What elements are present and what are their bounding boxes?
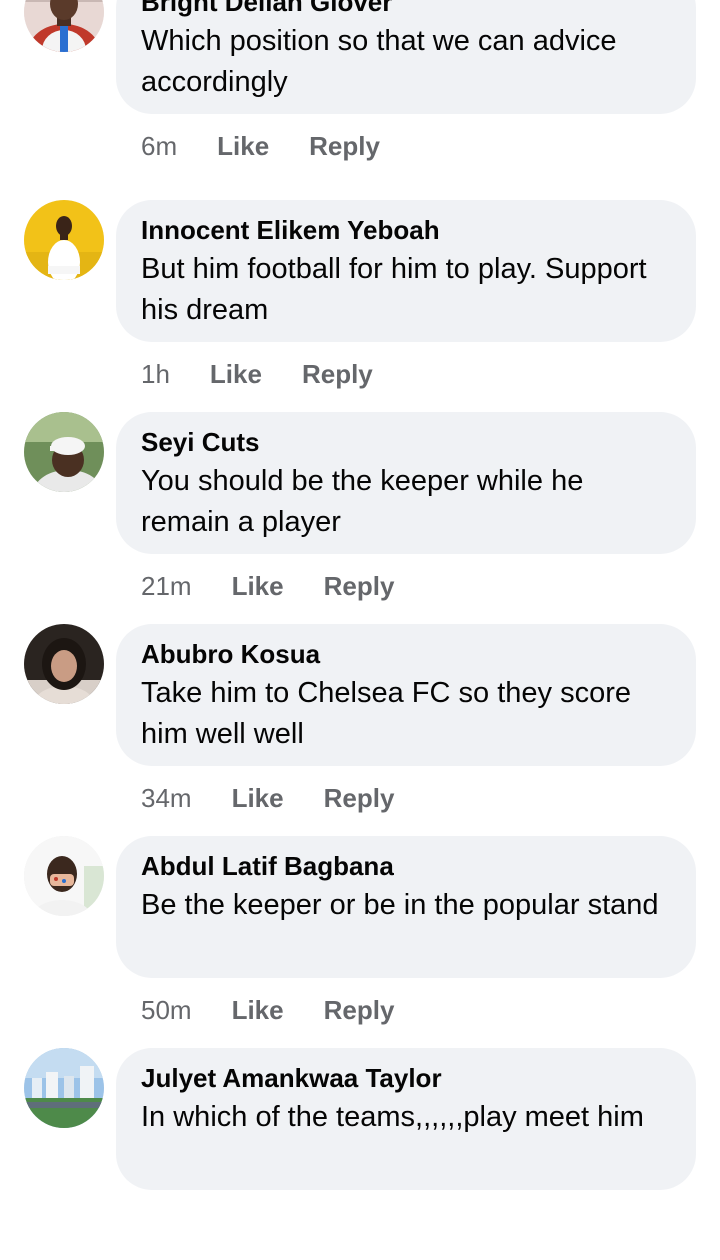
reply-button[interactable]: Reply <box>302 359 373 390</box>
person-white-cap-avatar-icon[interactable] <box>24 412 104 492</box>
like-button[interactable]: Like <box>217 131 269 162</box>
comment-bubble: Innocent Elikem Yeboah But him football … <box>116 200 696 342</box>
comment-author[interactable]: Abdul Latif Bagbana <box>141 850 676 882</box>
like-button[interactable]: Like <box>232 995 284 1026</box>
comment-item: Bright Dellah Glover Which position so t… <box>0 0 720 184</box>
comment-actions: 50m Like Reply <box>141 992 394 1028</box>
comment-bubble: Julyet Amankwaa Taylor In which of the t… <box>116 1048 696 1190</box>
comment-author[interactable]: Seyi Cuts <box>141 426 676 458</box>
comment-text: Be the keeper or be in the popular stand <box>141 889 659 921</box>
woman-portrait-avatar-icon[interactable] <box>24 624 104 704</box>
like-button[interactable]: Like <box>210 359 262 390</box>
reply-button[interactable]: Reply <box>324 995 395 1026</box>
reply-button[interactable]: Reply <box>324 571 395 602</box>
reply-button[interactable]: Reply <box>324 783 395 814</box>
like-button[interactable]: Like <box>232 571 284 602</box>
comment-actions: 6m Like Reply <box>141 128 380 164</box>
comment-actions: 34m Like Reply <box>141 780 394 816</box>
comment-bubble: Seyi Cuts You should be the keeper while… <box>116 412 696 554</box>
comment-text: Take him to Chelsea FC so they score him… <box>141 677 631 750</box>
comment-author[interactable]: Julyet Amankwaa Taylor <box>141 1062 676 1094</box>
comment-text: But him football for him to play. Suppor… <box>141 253 647 326</box>
comment-actions: 1h Like Reply <box>141 356 373 392</box>
comment-text: Which position so that we can advice acc… <box>141 25 617 98</box>
comment-item: Abdul Latif Bagbana Be the keeper or be … <box>0 836 720 1048</box>
person-yellow-background-avatar-icon[interactable] <box>24 200 104 280</box>
comment-actions: 21m Like Reply <box>141 568 394 604</box>
comment-item: Julyet Amankwaa Taylor In which of the t… <box>0 1048 720 1260</box>
comment-timestamp[interactable]: 6m <box>141 131 177 162</box>
comment-timestamp[interactable]: 50m <box>141 995 192 1026</box>
comment-timestamp[interactable]: 34m <box>141 783 192 814</box>
person-face-mask-avatar-icon[interactable] <box>24 836 104 916</box>
comment-author[interactable]: Abubro Kosua <box>141 638 676 670</box>
comment-author[interactable]: Bright Dellah Glover <box>141 0 676 18</box>
person-red-shirt-avatar-icon[interactable] <box>24 0 104 52</box>
comment-text: You should be the keeper while he remain… <box>141 465 584 538</box>
comment-timestamp[interactable]: 1h <box>141 359 170 390</box>
comment-bubble: Bright Dellah Glover Which position so t… <box>116 0 696 114</box>
like-button[interactable]: Like <box>232 783 284 814</box>
comment-timestamp[interactable]: 21m <box>141 571 192 602</box>
comment-bubble: Abubro Kosua Take him to Chelsea FC so t… <box>116 624 696 766</box>
comment-item: Innocent Elikem Yeboah But him football … <box>0 200 720 412</box>
city-skyline-avatar-icon[interactable] <box>24 1048 104 1128</box>
comment-text: In which of the teams,,,,,,play meet him <box>141 1101 644 1133</box>
comment-bubble: Abdul Latif Bagbana Be the keeper or be … <box>116 836 696 978</box>
comment-item: Seyi Cuts You should be the keeper while… <box>0 412 720 624</box>
comment-author[interactable]: Innocent Elikem Yeboah <box>141 214 676 246</box>
comment-item: Abubro Kosua Take him to Chelsea FC so t… <box>0 624 720 836</box>
reply-button[interactable]: Reply <box>309 131 380 162</box>
